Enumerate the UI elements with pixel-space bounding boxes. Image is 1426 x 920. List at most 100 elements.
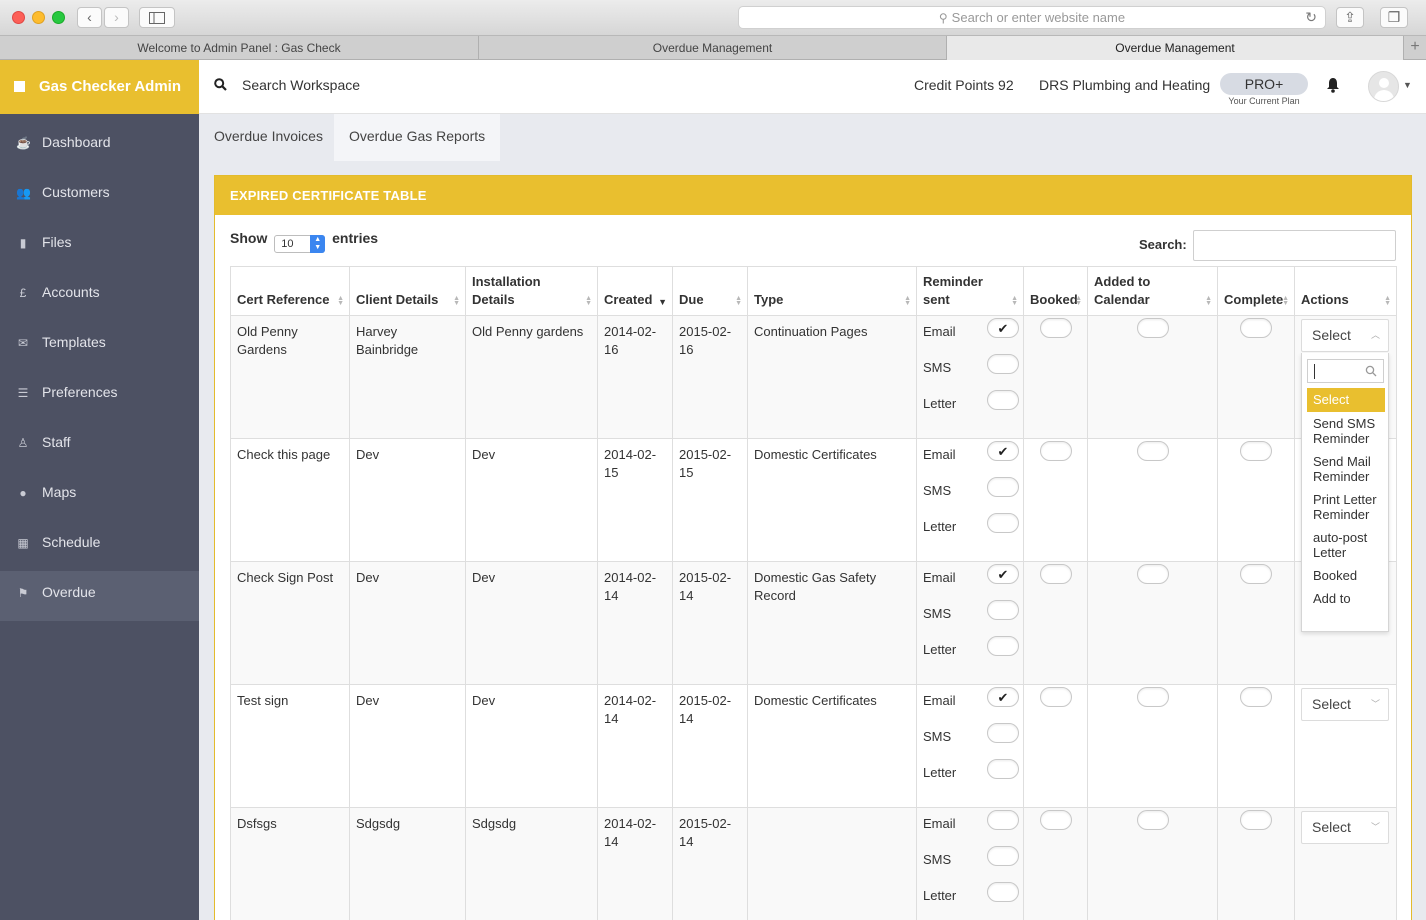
type-cell: Continuation Pages bbox=[747, 315, 917, 439]
table-search-input[interactable] bbox=[1193, 230, 1396, 261]
sidebar-item-files[interactable]: ▮ Files bbox=[0, 221, 199, 271]
letter-reminder-toggle[interactable] bbox=[987, 513, 1019, 533]
browser-tab-active[interactable]: Overdue Management bbox=[947, 36, 1404, 60]
back-button[interactable]: ‹ bbox=[77, 7, 102, 28]
sidebar-item-templates[interactable]: ✉ Templates bbox=[0, 321, 199, 371]
actions-select[interactable]: Select ︿ bbox=[1301, 319, 1389, 352]
sms-reminder-toggle[interactable] bbox=[987, 723, 1019, 743]
email-reminder-toggle[interactable]: ✔ bbox=[987, 564, 1019, 584]
dropdown-option[interactable]: Send Mail Reminder bbox=[1307, 450, 1385, 488]
search-workspace-input[interactable]: Search Workspace bbox=[242, 77, 360, 93]
avatar[interactable] bbox=[1368, 71, 1399, 102]
col-client-details[interactable]: Client Details ▲ ▼ bbox=[349, 266, 466, 316]
minimize-window-button[interactable] bbox=[32, 11, 45, 24]
brand[interactable]: Gas Checker Admin bbox=[0, 60, 199, 114]
sms-reminder-toggle[interactable] bbox=[987, 477, 1019, 497]
letter-reminder-toggle[interactable] bbox=[987, 882, 1019, 902]
browser-tab[interactable]: Welcome to Admin Panel : Gas Check bbox=[0, 36, 479, 60]
new-tab-button[interactable]: + bbox=[1404, 36, 1426, 60]
plan-badge[interactable]: PRO+ bbox=[1220, 73, 1308, 95]
share-button[interactable]: ⇪ bbox=[1336, 7, 1364, 28]
col-due[interactable]: Due ▲ ▼ bbox=[672, 266, 748, 316]
email-reminder-toggle[interactable] bbox=[987, 810, 1019, 830]
booked-toggle[interactable] bbox=[1039, 687, 1072, 707]
reminder-sent-cell: Email ✔ SMS Letter bbox=[916, 438, 1024, 562]
actions-select[interactable]: Select ﹀ bbox=[1301, 688, 1389, 721]
dropdown-option[interactable]: Select bbox=[1307, 388, 1385, 412]
sidebar-item-accounts[interactable]: £ Accounts bbox=[0, 271, 199, 321]
col-reminder-sent[interactable]: Reminder sent ▲ ▼ bbox=[916, 266, 1024, 316]
caret-down-icon[interactable]: ▼ bbox=[1403, 80, 1412, 90]
tab-overdue-gas-reports[interactable]: Overdue Gas Reports bbox=[334, 114, 501, 161]
dropdown-search-input[interactable] bbox=[1307, 359, 1384, 383]
dropdown-option[interactable]: Booked bbox=[1307, 564, 1385, 587]
letter-reminder-toggle[interactable] bbox=[987, 636, 1019, 656]
company-name[interactable]: DRS Plumbing and Heating bbox=[1039, 77, 1210, 93]
col-booked[interactable]: Booked ▲ ▼ bbox=[1023, 266, 1088, 316]
booked-toggle[interactable] bbox=[1039, 441, 1072, 461]
letter-reminder-toggle[interactable] bbox=[987, 390, 1019, 410]
email-reminder-toggle[interactable]: ✔ bbox=[987, 318, 1019, 338]
letter-reminder-toggle[interactable] bbox=[987, 759, 1019, 779]
sms-reminder-toggle[interactable] bbox=[987, 600, 1019, 620]
address-bar[interactable]: ⚲ Search or enter website name ↻ bbox=[738, 6, 1326, 29]
sidebar-item-label: Dashboard bbox=[42, 134, 111, 150]
sidebar-item-customers[interactable]: 👥 Customers bbox=[0, 171, 199, 221]
complete-toggle[interactable] bbox=[1240, 441, 1272, 461]
email-reminder-toggle[interactable]: ✔ bbox=[987, 441, 1019, 461]
close-window-button[interactable] bbox=[12, 11, 25, 24]
complete-cell bbox=[1217, 807, 1295, 920]
complete-toggle[interactable] bbox=[1240, 687, 1272, 707]
dropdown-option[interactable]: Send SMS Reminder bbox=[1307, 412, 1385, 450]
col-complete[interactable]: Complete ▲ ▼ bbox=[1217, 266, 1295, 316]
page-length-select[interactable]: 10 ▲ ▼ bbox=[274, 235, 326, 253]
sidebar-item-preferences[interactable]: ☰ Preferences bbox=[0, 371, 199, 421]
forward-button[interactable]: › bbox=[104, 7, 129, 28]
sidebar-item-maps[interactable]: ● Maps bbox=[0, 471, 199, 521]
actions-select-value: Select bbox=[1312, 696, 1351, 712]
share-icon: ⇪ bbox=[1344, 9, 1356, 25]
complete-toggle[interactable] bbox=[1240, 810, 1272, 830]
col-created[interactable]: Created ▼ bbox=[597, 266, 673, 316]
sidebar-item-dashboard[interactable]: ☕ Dashboard bbox=[0, 121, 199, 171]
client-details-cell: Dev bbox=[349, 561, 466, 685]
calendar-toggle[interactable] bbox=[1136, 810, 1169, 830]
tab-overdue-invoices[interactable]: Overdue Invoices bbox=[199, 114, 338, 161]
maximize-window-button[interactable] bbox=[52, 11, 65, 24]
booked-toggle[interactable] bbox=[1039, 564, 1072, 584]
booked-toggle[interactable] bbox=[1039, 810, 1072, 830]
sliders-icon: ☰ bbox=[17, 386, 29, 400]
complete-toggle[interactable] bbox=[1240, 318, 1272, 338]
email-reminder-toggle[interactable]: ✔ bbox=[987, 687, 1019, 707]
sidebar-item-staff[interactable]: ♙ Staff bbox=[0, 421, 199, 471]
actions-select[interactable]: Select ﹀ bbox=[1301, 811, 1389, 844]
dropdown-option[interactable]: auto-post Letter bbox=[1307, 526, 1385, 564]
sidebar-item-schedule[interactable]: ▦ Schedule bbox=[0, 521, 199, 571]
col-cert-reference[interactable]: Cert Reference ▲ ▼ bbox=[230, 266, 350, 316]
calendar-toggle[interactable] bbox=[1136, 564, 1169, 584]
col-added-to-calendar[interactable]: Added to Calendar ▲ ▼ bbox=[1087, 266, 1218, 316]
installation-details-cell: Dev bbox=[465, 684, 598, 808]
complete-toggle[interactable] bbox=[1240, 564, 1272, 584]
calendar-toggle[interactable] bbox=[1136, 687, 1169, 707]
sms-reminder-toggle[interactable] bbox=[987, 846, 1019, 866]
browser-tab[interactable]: Overdue Management bbox=[479, 36, 947, 60]
col-installation-details[interactable]: Installation Details ▲ ▼ bbox=[465, 266, 598, 316]
col-type[interactable]: Type ▲ ▼ bbox=[747, 266, 917, 316]
dropdown-option[interactable]: Add to bbox=[1307, 587, 1385, 610]
booked-toggle[interactable] bbox=[1039, 318, 1072, 338]
check-icon: ✔ bbox=[997, 567, 1009, 582]
col-actions[interactable]: Actions ▲ ▼ bbox=[1294, 266, 1397, 316]
person-icon: ♙ bbox=[17, 436, 29, 450]
calendar-toggle[interactable] bbox=[1136, 318, 1169, 338]
check-icon: ✔ bbox=[997, 444, 1009, 459]
sidebar-item-overdue[interactable]: ⚑ Overdue bbox=[0, 571, 199, 621]
sidebar-item-label: Maps bbox=[42, 484, 77, 500]
sidebar-toggle-button[interactable] bbox=[139, 7, 175, 28]
dropdown-option[interactable]: Print Letter Reminder bbox=[1307, 488, 1385, 526]
tabs-overview-button[interactable]: ❐ bbox=[1380, 7, 1408, 28]
calendar-toggle[interactable] bbox=[1136, 441, 1169, 461]
bell-icon[interactable] bbox=[1326, 77, 1340, 93]
sms-reminder-toggle[interactable] bbox=[987, 354, 1019, 374]
reload-icon[interactable]: ↻ bbox=[1305, 7, 1317, 28]
